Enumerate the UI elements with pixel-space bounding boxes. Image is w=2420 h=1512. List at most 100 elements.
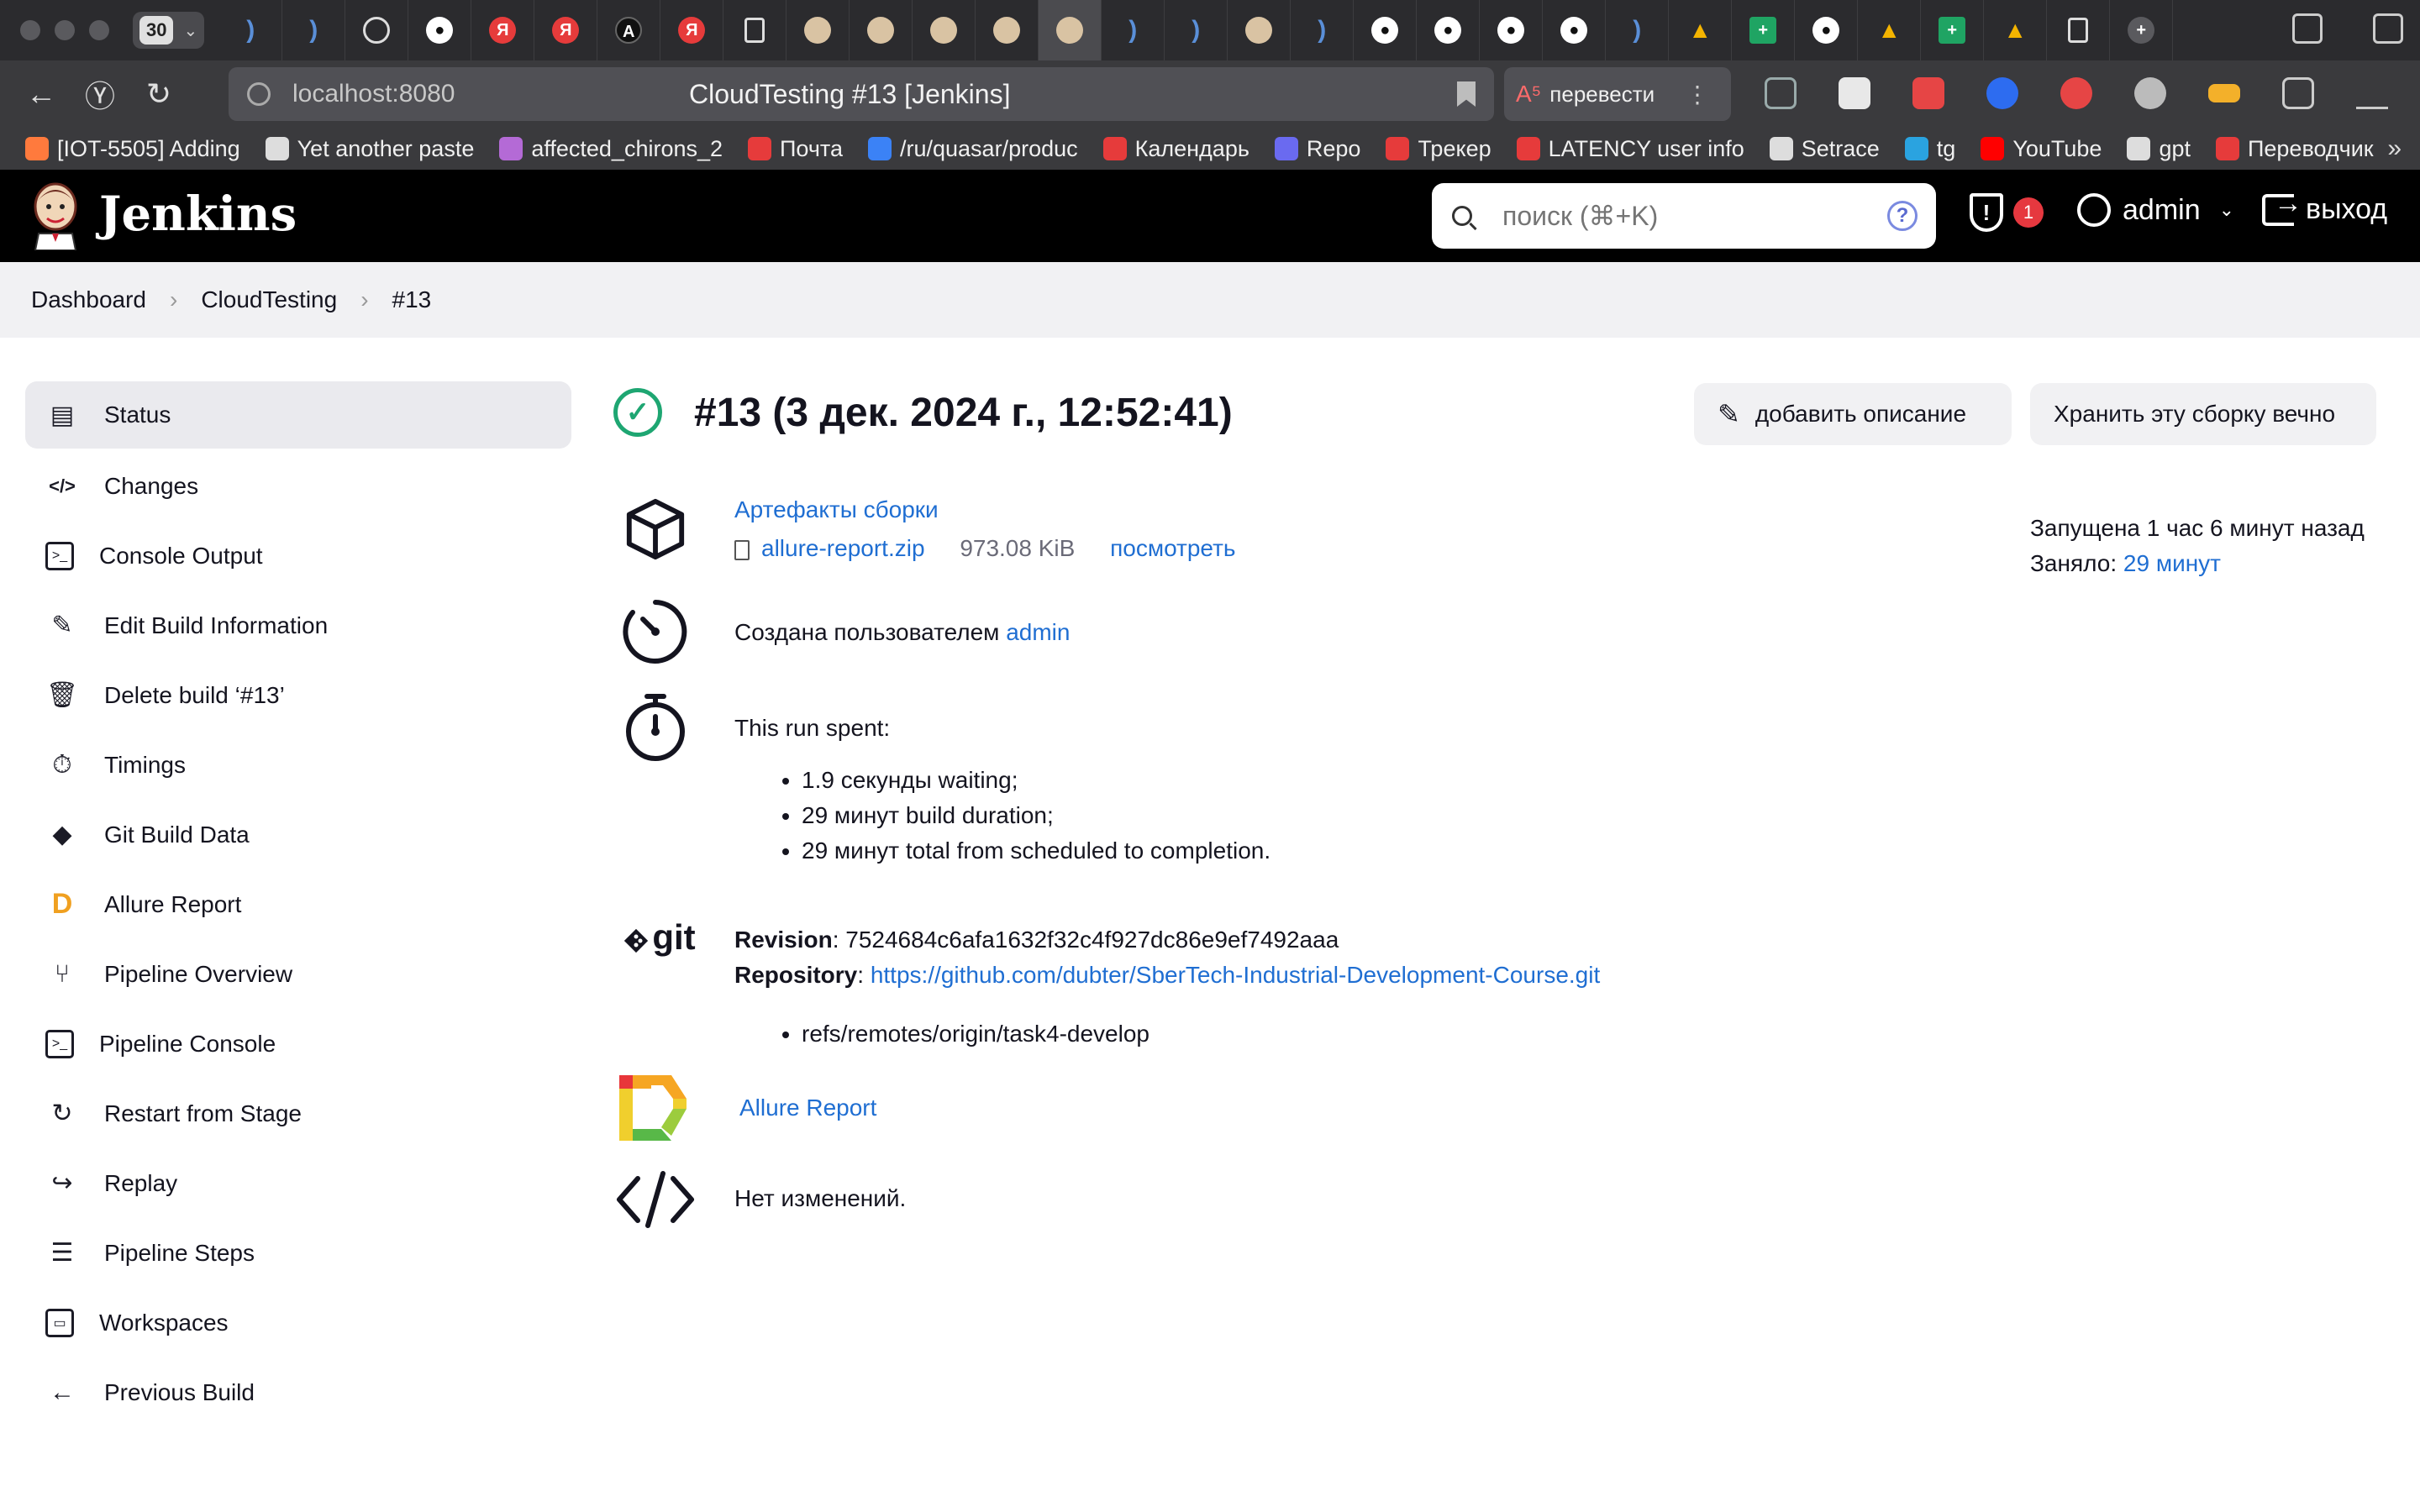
- new-tab-button[interactable]: +: [2110, 0, 2174, 60]
- browser-tab[interactable]: +: [1732, 0, 1796, 60]
- artifact-file-link[interactable]: allure-report.zip: [761, 535, 925, 561]
- browser-tab[interactable]: ●: [1354, 0, 1418, 60]
- browser-tab[interactable]: [976, 0, 1039, 60]
- zoom-extension-icon[interactable]: [1986, 77, 2018, 109]
- bookmark-icon[interactable]: [1457, 81, 1476, 107]
- artifact-view-link[interactable]: посмотреть: [1110, 535, 1235, 561]
- bookmark-item[interactable]: LATENCY user info: [1516, 136, 1744, 162]
- browser-tab[interactable]: [2047, 0, 2111, 60]
- browser-tab[interactable]: ●: [1417, 0, 1481, 60]
- browser-tab[interactable]: Я: [471, 0, 535, 60]
- sidebar-item-status[interactable]: ▤ Status: [25, 381, 571, 449]
- breadcrumb-dashboard[interactable]: Dashboard: [31, 286, 146, 313]
- add-description-button[interactable]: ✎ добавить описание: [1694, 383, 2012, 445]
- bookmark-item[interactable]: Календарь: [1102, 136, 1249, 162]
- more-bookmarks-icon[interactable]: »: [2387, 134, 2402, 163]
- help-icon[interactable]: ?: [1887, 201, 1918, 231]
- breadcrumb-job[interactable]: CloudTesting: [201, 286, 337, 313]
- allure-report-link[interactable]: Allure Report: [739, 1095, 876, 1121]
- created-by-user-link[interactable]: admin: [1006, 619, 1070, 645]
- bookmark-item[interactable]: Почта: [748, 136, 843, 162]
- build-artifacts-link[interactable]: Артефакты сборки: [734, 496, 939, 522]
- download-icon[interactable]: [2356, 77, 2388, 109]
- browser-tab[interactable]: [913, 0, 976, 60]
- bookmark-item[interactable]: YouTube: [1981, 136, 2102, 162]
- globe-extension-icon[interactable]: [2134, 77, 2166, 109]
- sidebar-item-restart-from-stage[interactable]: ↻ Restart from Stage: [25, 1079, 571, 1148]
- logout-button[interactable]: выход: [2262, 187, 2387, 226]
- sidebar-item-workspaces[interactable]: ▭ Workspaces: [25, 1288, 571, 1357]
- address-bar[interactable]: localhost:8080 CloudTesting #13 [Jenkins…: [229, 67, 1494, 121]
- bookmark-item[interactable]: Переводчик: [2215, 136, 2374, 162]
- bookmark-item[interactable]: Трекер: [1386, 136, 1491, 162]
- browser-tab[interactable]: ): [1165, 0, 1228, 60]
- yandex-home-icon[interactable]: Ⓨ: [71, 60, 129, 128]
- browser-tab[interactable]: Я: [660, 0, 724, 60]
- copy-extension-icon[interactable]: [2282, 77, 2314, 109]
- sidebar-item-console-output[interactable]: >_ Console Output: [25, 521, 571, 591]
- browser-tab[interactable]: ●: [1480, 0, 1544, 60]
- sidebar-item-changes[interactable]: </> Changes: [25, 451, 571, 521]
- sidebar-item-previous-build[interactable]: ← Previous Build: [25, 1357, 571, 1427]
- extension-icon[interactable]: [1912, 77, 1944, 109]
- keep-forever-button[interactable]: Хранить эту сборку вечно: [2030, 383, 2376, 445]
- bookmark-item[interactable]: Repo: [1274, 136, 1360, 162]
- reload-icon[interactable]: ↻: [129, 60, 188, 128]
- sidebar-item-delete-build-13[interactable]: 🗑 Delete build ‘#13’: [25, 660, 571, 730]
- browser-tab[interactable]: [345, 0, 409, 60]
- security-alerts-button[interactable]: ! 1: [1970, 193, 2044, 232]
- browser-tab-active[interactable]: [1039, 0, 1102, 60]
- bookmark-item[interactable]: gpt: [2127, 136, 2191, 162]
- menu-icon[interactable]: [2373, 13, 2403, 44]
- bookmark-item[interactable]: Setrace: [1769, 136, 1880, 162]
- maximize-window-icon[interactable]: [89, 20, 109, 40]
- repository-link[interactable]: https://github.com/dubter/SberTech-Indus…: [871, 962, 1600, 988]
- browser-tab[interactable]: ▲: [1669, 0, 1733, 60]
- browser-tab[interactable]: A: [597, 0, 661, 60]
- browser-tab[interactable]: [850, 0, 913, 60]
- browser-tab[interactable]: [786, 0, 850, 60]
- sidebar-item-allure-report[interactable]: D Allure Report: [25, 869, 571, 939]
- minimize-window-icon[interactable]: [55, 20, 75, 40]
- sidebar-item-git-build-data[interactable]: ◆ Git Build Data: [25, 800, 571, 869]
- back-arrow-icon[interactable]: ←: [12, 60, 71, 128]
- browser-tab[interactable]: ): [1102, 0, 1165, 60]
- tab-count-button[interactable]: 30 ⌄: [133, 12, 205, 49]
- browser-tab[interactable]: ): [282, 0, 346, 60]
- bookmark-item[interactable]: affected_chirons_2: [499, 136, 723, 162]
- shield-extension-icon[interactable]: [1765, 77, 1797, 109]
- jenkins-brand[interactable]: Jenkins: [99, 186, 297, 242]
- bookmark-item[interactable]: Yet another paste: [265, 136, 474, 162]
- sidebar-item-edit-build-information[interactable]: ✎ Edit Build Information: [25, 591, 571, 660]
- user-menu-button[interactable]: admin ⌄: [2077, 193, 2234, 227]
- extension-icon[interactable]: [2060, 77, 2092, 109]
- browser-tab[interactable]: +: [1921, 0, 1985, 60]
- bookmark-item[interactable]: /ru/quasar/produc: [868, 136, 1078, 162]
- sidebar-item-pipeline-overview[interactable]: ⑂ Pipeline Overview: [25, 939, 571, 1009]
- sidebar-toggle-icon[interactable]: [2292, 13, 2323, 44]
- browser-tab[interactable]: ): [1606, 0, 1670, 60]
- translate-button[interactable]: A⁵ перевести ⋮: [1504, 67, 1731, 121]
- duration-link[interactable]: 29 минут: [2123, 550, 2221, 576]
- browser-tab[interactable]: ): [1291, 0, 1355, 60]
- close-window-icon[interactable]: [20, 20, 40, 40]
- browser-tab[interactable]: ▲: [1984, 0, 2048, 60]
- browser-tab[interactable]: [1228, 0, 1292, 60]
- sidebar-item-replay[interactable]: ↪ Replay: [25, 1148, 571, 1218]
- sidebar-item-pipeline-console[interactable]: >_ Pipeline Console: [25, 1009, 571, 1079]
- more-vertical-icon[interactable]: ⋮: [1686, 81, 1709, 108]
- search-input[interactable]: [1502, 200, 1855, 232]
- browser-tab[interactable]: ●: [408, 0, 472, 60]
- search-box[interactable]: ?: [1432, 183, 1936, 249]
- bookmark-item[interactable]: tg: [1904, 136, 1955, 162]
- browser-tab[interactable]: [723, 0, 787, 60]
- browser-tab[interactable]: ▲: [1858, 0, 1922, 60]
- window-controls[interactable]: [20, 20, 109, 40]
- jenkins-logo-icon[interactable]: [30, 181, 81, 250]
- sidebar-item-pipeline-steps[interactable]: ☰ Pipeline Steps: [25, 1218, 571, 1288]
- browser-tab[interactable]: ): [219, 0, 283, 60]
- battery-extension-icon[interactable]: [2208, 84, 2240, 102]
- browser-tab[interactable]: ●: [1543, 0, 1607, 60]
- breadcrumb-build[interactable]: #13: [392, 286, 432, 313]
- browser-tab[interactable]: Я: [534, 0, 598, 60]
